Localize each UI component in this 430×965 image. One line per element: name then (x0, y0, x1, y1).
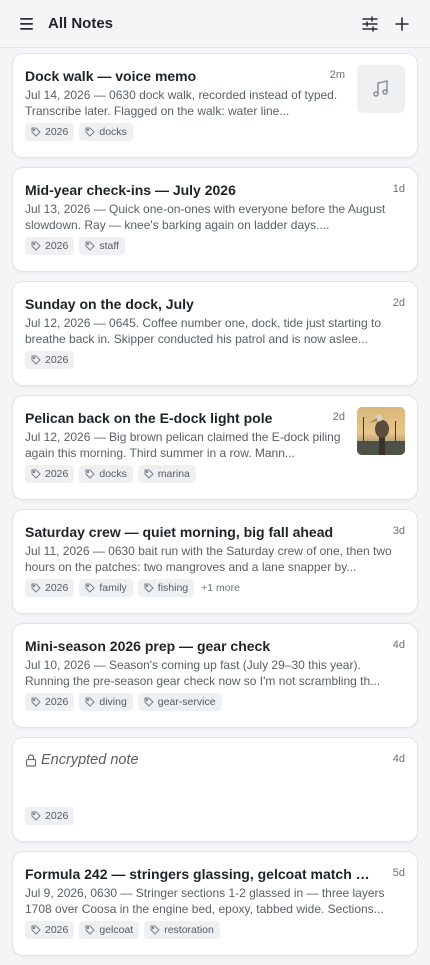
note-time: 5d (392, 867, 405, 879)
note-time: 2d (392, 297, 405, 309)
note-snippet: Jul 12, 2026 — 0645. Coffee number one, … (25, 316, 381, 346)
tag-label: 2026 (45, 354, 69, 366)
tag-list: 2026 staff (25, 237, 126, 255)
note-time: 4d (392, 639, 405, 651)
note-title: Formula 242 — stringers glassing, gelcoa… (25, 866, 382, 882)
tag-chip[interactable]: 2026 (25, 237, 75, 255)
tag-label: family (99, 582, 127, 594)
tag-label: 2026 (45, 924, 69, 936)
tag-chip[interactable]: fishing (137, 579, 195, 597)
note-title: Pelican back on the E-dock light pole (25, 410, 273, 426)
note-title: Mini-season 2026 prep — gear check (25, 638, 271, 654)
tag-chip[interactable]: 2026 (25, 351, 75, 369)
tag-chip[interactable]: 2026 (25, 921, 75, 939)
tag-list: 2026 (25, 807, 75, 825)
note-title: Saturday crew — quiet morning, big fall … (25, 524, 334, 540)
tag-label: diving (99, 696, 127, 708)
note-snippet: Jul 9, 2026, 0630 — Stringer sections 1-… (25, 886, 385, 916)
tag-chip[interactable]: 2026 (25, 693, 75, 711)
note-card[interactable]: Formula 242 — stringers glassing, gelcoa… (12, 851, 418, 956)
app-header: All Notes (0, 0, 430, 48)
note-time: 2m (329, 69, 345, 81)
note-title: Mid-year check-ins — July 2026 (25, 182, 236, 198)
tag-chip[interactable]: gelcoat (79, 921, 140, 939)
note-card[interactable]: Saturday crew — quiet morning, big fall … (12, 509, 418, 614)
tag-label: staff (99, 240, 120, 252)
note-time: 4d (392, 753, 405, 765)
lock-icon (25, 753, 37, 767)
tag-label: gelcoat (99, 924, 134, 936)
tag-chip[interactable]: 2026 (25, 579, 75, 597)
tag-list: 2026 docks marina (25, 465, 196, 483)
tag-chip[interactable]: restoration (144, 921, 220, 939)
encrypted-note-title: Encrypted note (25, 751, 405, 769)
note-time: 2d (332, 411, 345, 423)
note-snippet: Jul 12, 2026 — Big brown pelican claimed… (25, 430, 341, 460)
note-snippet: Jul 14, 2026 — 0630 dock walk, recorded … (25, 88, 338, 118)
tag-label: 2026 (45, 696, 69, 708)
tag-chip[interactable]: diving (79, 693, 133, 711)
tag-chip[interactable]: docks (79, 123, 133, 141)
tag-label: restoration (164, 924, 214, 936)
note-card[interactable]: Mid-year check-ins — July 2026 1d Jul 13… (12, 167, 418, 272)
music-note-icon (357, 65, 405, 113)
tag-label: docks (99, 468, 127, 480)
tag-chip[interactable]: staff (79, 237, 126, 255)
page-title: All Notes (48, 15, 114, 32)
note-time: 1d (392, 183, 405, 195)
tag-label: 2026 (45, 468, 69, 480)
tag-list: 2026 family fishing +1 more (25, 579, 240, 597)
tag-list: 2026 gelcoat restoration (25, 921, 220, 939)
note-card[interactable]: Dock walk — voice memo 2m Jul 14, 2026 —… (12, 53, 418, 158)
note-snippet: Jul 10, 2026 — Season's coming up fast (… (25, 658, 381, 688)
note-card[interactable]: Mini-season 2026 prep — gear check 4d Ju… (12, 623, 418, 728)
tag-chip[interactable]: family (79, 579, 133, 597)
tag-chip[interactable]: 2026 (25, 465, 75, 483)
tag-label: gear-service (157, 696, 216, 708)
plus-icon[interactable] (386, 8, 418, 40)
notes-list: Dock walk — voice memo 2m Jul 14, 2026 —… (12, 53, 418, 965)
note-snippet: Jul 13, 2026 — Quick one-on-ones with ev… (25, 202, 386, 232)
tag-list: 2026 diving gear-service (25, 693, 222, 711)
note-card[interactable]: Sunday on the dock, July 2d Jul 12, 2026… (12, 281, 418, 386)
note-card[interactable]: Pelican back on the E-dock light pole 2d… (12, 395, 418, 500)
tag-list: 2026 (25, 351, 75, 369)
tag-chip[interactable]: 2026 (25, 123, 75, 141)
encrypted-note-card[interactable]: Encrypted note 4d 2026 (12, 737, 418, 842)
note-title: Dock walk — voice memo (25, 68, 197, 84)
sliders-icon[interactable] (354, 8, 386, 40)
tag-label: fishing (157, 582, 189, 594)
note-title: Sunday on the dock, July (25, 296, 194, 312)
hamburger-menu-icon[interactable] (18, 15, 36, 33)
tag-chip[interactable]: 2026 (25, 807, 75, 825)
tag-label: 2026 (45, 126, 69, 138)
tag-label: docks (99, 126, 127, 138)
tag-chip[interactable]: docks (79, 465, 133, 483)
tag-chip[interactable]: gear-service (137, 693, 222, 711)
tag-list: 2026 docks (25, 123, 133, 141)
pelican-photo-thumbnail (357, 407, 405, 455)
tag-label: marina (157, 468, 190, 480)
note-time: 3d (392, 525, 405, 537)
more-tags-label: +1 more (201, 582, 240, 594)
tag-label: 2026 (45, 240, 69, 252)
tag-chip[interactable]: marina (137, 465, 196, 483)
tag-label: 2026 (45, 582, 69, 594)
note-snippet: Jul 11, 2026 — 0630 bait run with the Sa… (25, 544, 392, 574)
tag-label: 2026 (45, 810, 69, 822)
